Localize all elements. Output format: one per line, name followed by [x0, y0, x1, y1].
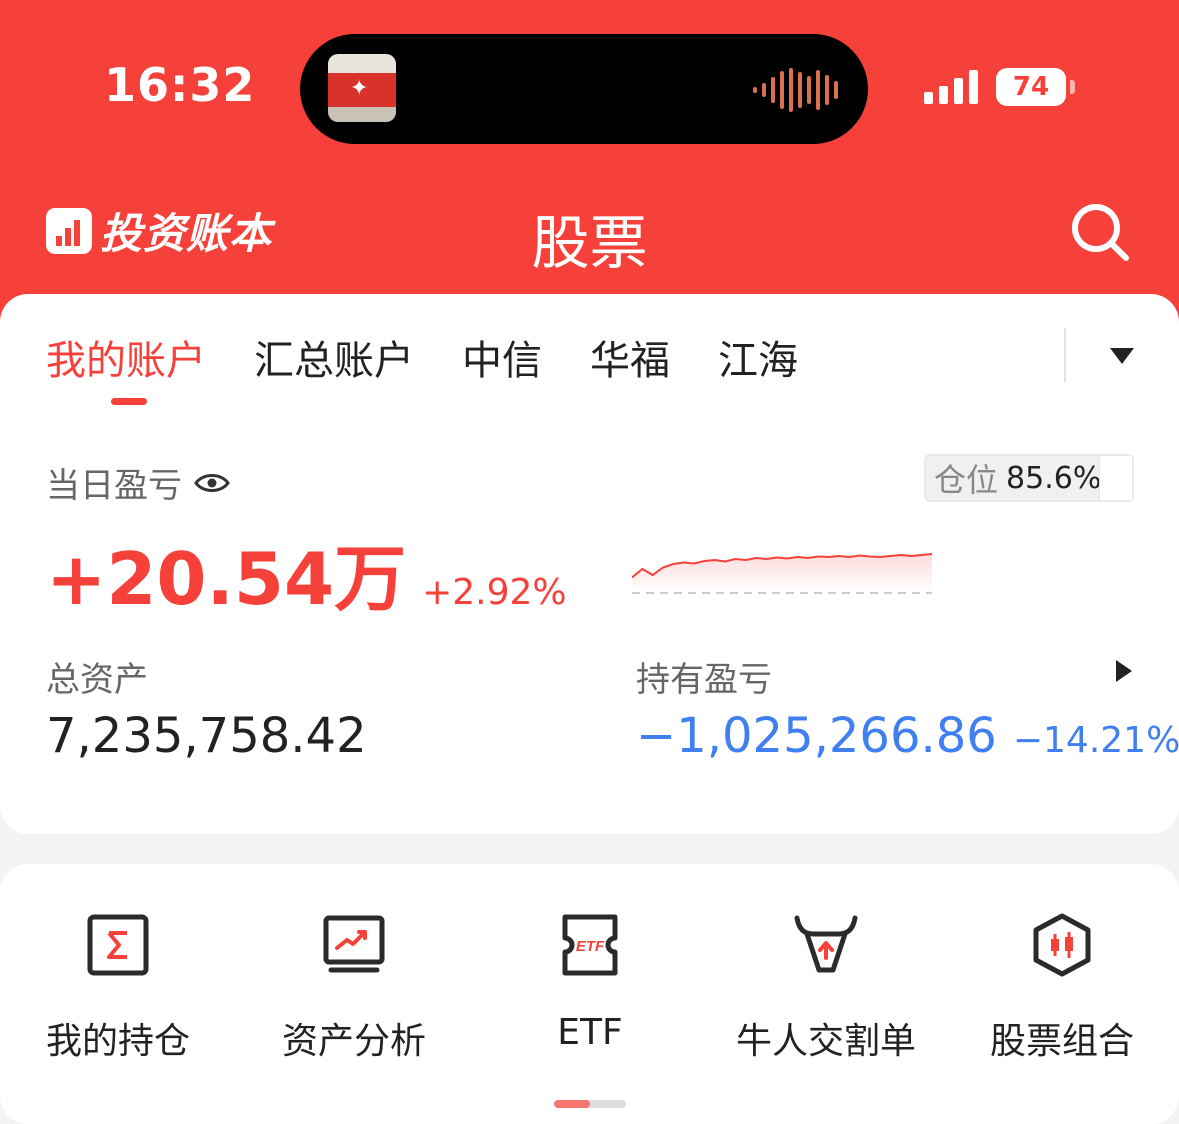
- audio-waveform-icon: [753, 68, 838, 112]
- intraday-trend-chart: [632, 553, 932, 594]
- tabs-divider: [1064, 328, 1066, 382]
- status-time: 16:32: [104, 58, 256, 112]
- position-label: 仓位: [934, 461, 999, 499]
- battery-icon: 74: [996, 68, 1066, 106]
- menu-asset-analysis[interactable]: 资产分析: [236, 864, 472, 1084]
- menu-etf[interactable]: ETF ETF: [472, 864, 708, 1084]
- position-ratio-badge: 仓位 85.6%: [924, 454, 1134, 502]
- app-logo-icon: ✦: [350, 76, 369, 101]
- account-tabs: 我的账户 汇总账户 中信 华福 江海: [46, 328, 798, 386]
- tab-my-account[interactable]: 我的账户: [46, 328, 206, 386]
- svg-text:ETF: ETF: [576, 938, 605, 955]
- eye-icon[interactable]: [194, 471, 230, 495]
- holding-pnl-arrow-icon[interactable]: [1116, 660, 1132, 682]
- active-tab-indicator: [111, 398, 147, 405]
- total-assets-value: 7,235,758.42: [46, 708, 367, 764]
- menu-top-trader-records[interactable]: 牛人交割单: [708, 864, 944, 1084]
- position-value: 85.6%: [1006, 460, 1102, 496]
- daily-pnl-label: 当日盈亏: [46, 466, 182, 506]
- tab-citic[interactable]: 中信: [462, 328, 542, 386]
- page-indicator-active: [554, 1100, 590, 1108]
- daily-pnl: +20.54万 +2.92%: [46, 520, 567, 625]
- page-indicator: [554, 1100, 626, 1108]
- account-summary-card: 我的账户 汇总账户 中信 华福 江海 当日盈亏 +20.54万 +2.92% 仓…: [0, 294, 1179, 834]
- page-title: 股票: [531, 209, 648, 277]
- holding-pnl-percent: −14.21%: [1012, 720, 1179, 761]
- tab-summary-account[interactable]: 汇总账户: [254, 328, 414, 386]
- total-assets-label: 总资产: [46, 660, 148, 700]
- menu-my-holdings[interactable]: 我的持仓: [0, 864, 236, 1084]
- sigma-box-icon: [87, 914, 149, 976]
- app-header: 16:32 ✦ 74 投资账本 股票: [0, 0, 1179, 340]
- menu-label: 股票组合: [989, 1021, 1134, 1062]
- position-bar-remainder: [1099, 456, 1132, 500]
- holding-pnl-label: 持有盈亏: [636, 660, 772, 700]
- holding-pnl-amount: −1,025,266.86: [636, 708, 997, 764]
- menu-label: 资产分析: [281, 1021, 426, 1062]
- cellular-signal-icon: [924, 70, 978, 104]
- menu-label: ETF: [557, 1012, 623, 1053]
- menu-stock-portfolio[interactable]: 股票组合: [944, 864, 1179, 1084]
- quick-menu-card: 我的持仓 资产分析 ETF ETF 牛人交割单 股票组合: [0, 864, 1179, 1124]
- now-playing-artwork: ✦: [328, 54, 396, 122]
- bull-head-icon: [794, 915, 858, 973]
- candlestick-hexagon-icon: [1033, 913, 1091, 977]
- daily-pnl-percent: +2.92%: [422, 572, 567, 613]
- dynamic-island[interactable]: ✦: [300, 34, 868, 144]
- trend-area: [632, 554, 932, 593]
- etf-ticket-icon: ETF: [562, 914, 618, 976]
- battery-tip: [1070, 80, 1075, 94]
- tab-huafu[interactable]: 华福: [590, 328, 670, 386]
- menu-label: 牛人交割单: [735, 1021, 916, 1062]
- tab-jianghai[interactable]: 江海: [718, 328, 798, 386]
- search-icon[interactable]: [1068, 200, 1132, 264]
- trend-monitor-icon: [323, 915, 385, 973]
- daily-pnl-header: 当日盈亏: [46, 458, 230, 507]
- menu-label: 我的持仓: [45, 1021, 190, 1062]
- holding-pnl: −1,025,266.86 −14.21%: [636, 708, 1179, 764]
- tabs-dropdown-icon[interactable]: [1110, 348, 1134, 364]
- daily-pnl-amount: +20.54万: [46, 537, 407, 621]
